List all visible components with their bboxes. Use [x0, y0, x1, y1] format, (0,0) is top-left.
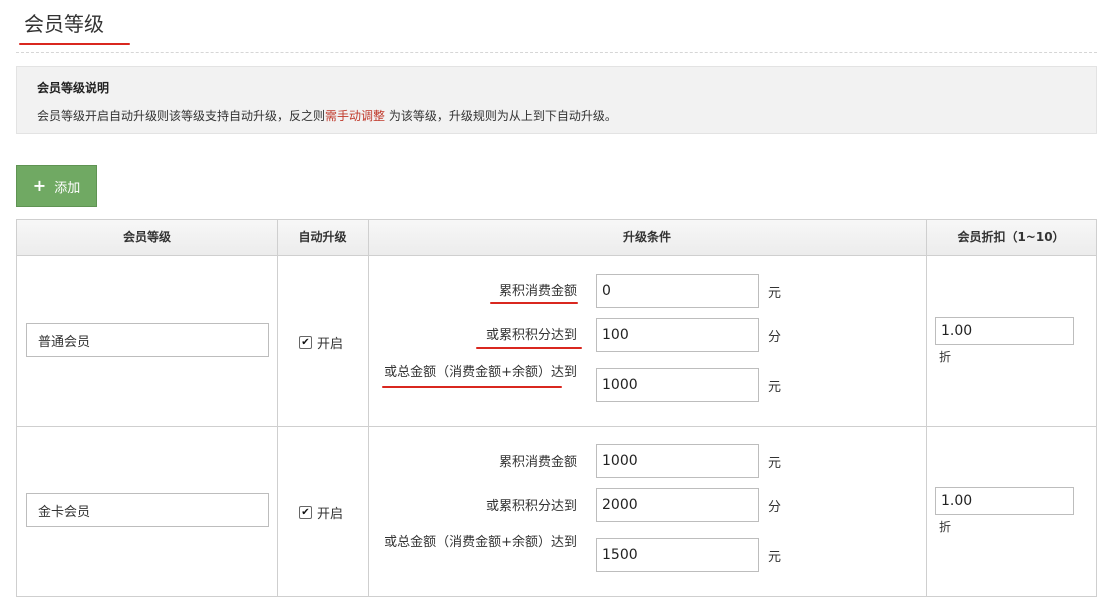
auto-upgrade-label: 开启 [317, 337, 344, 352]
condition-unit: 元 [768, 286, 782, 301]
condition-label-text: 或总金额（消费金额+余额）达到 [384, 535, 577, 550]
table-row: ✔ 开启 累积消费金额 元 或累积积分达到 分 或总金额（消费金额+余额）达到 … [17, 256, 1096, 426]
condition-label-text: 或总金额（消费金额+余额）达到 [384, 365, 577, 380]
condition-label: 或累积积分达到 [485, 328, 577, 343]
auto-upgrade-toggle[interactable]: ✔ 开启 [299, 503, 343, 522]
condition-input[interactable] [596, 488, 759, 522]
level-name-input[interactable] [26, 493, 269, 527]
level-name-input[interactable] [26, 323, 269, 357]
discount-input[interactable] [935, 317, 1074, 345]
condition-unit: 分 [768, 330, 782, 345]
condition-unit: 元 [768, 456, 782, 471]
table-header: 会员等级 自动升级 升级条件 会员折扣（1~10） [17, 220, 1096, 255]
title-underline [19, 43, 130, 45]
info-text: 会员等级开启自动升级则该等级支持自动升级，反之则需手动调整 为该等级，升级规则为… [37, 107, 617, 124]
discount-unit: 折 [939, 350, 952, 364]
condition-unit: 元 [768, 550, 782, 565]
condition-underline [382, 386, 562, 388]
condition-input[interactable] [596, 538, 759, 572]
info-title: 会员等级说明 [37, 81, 110, 95]
condition-input[interactable] [596, 368, 759, 402]
condition-input[interactable] [596, 318, 759, 352]
condition-input[interactable] [596, 274, 759, 308]
condition-input[interactable] [596, 444, 759, 478]
discount-unit: 折 [939, 520, 952, 534]
info-text-after: 为该等级，升级规则为从上到下自动升级。 [388, 109, 617, 123]
condition-label: 或总金额（消费金额+余额）达到 [377, 533, 577, 553]
add-button[interactable]: + 添加 [16, 165, 97, 207]
checkbox-checked-icon[interactable]: ✔ [299, 506, 312, 519]
info-text-before: 会员等级开启自动升级则该等级支持自动升级，反之则 [37, 109, 326, 123]
condition-label: 或累积积分达到 [485, 499, 577, 514]
condition-label: 累积消费金额 [498, 455, 577, 470]
info-text-highlight: 需手动调整 [325, 109, 386, 123]
condition-label: 累积消费金额 [498, 284, 577, 299]
condition-unit: 分 [768, 500, 782, 515]
table-row: ✔ 开启 累积消费金额 元 或累积积分达到 分 或总金额（消费金额+余额）达到 … [17, 427, 1096, 597]
checkbox-checked-icon[interactable]: ✔ [299, 336, 312, 349]
header-condition: 升级条件 [622, 230, 671, 244]
discount-input[interactable] [935, 487, 1074, 515]
info-box: 会员等级说明 会员等级开启自动升级则该等级支持自动升级，反之则需手动调整 为该等… [16, 66, 1097, 134]
auto-upgrade-label: 开启 [317, 507, 344, 522]
page-title: 会员等级 [24, 12, 104, 36]
member-level-table: 会员等级 自动升级 升级条件 会员折扣（1~10） ✔ 开启 累积消费金额 元 … [16, 219, 1097, 597]
add-button-label: 添加 [54, 180, 81, 196]
header-level: 会员等级 [122, 230, 171, 244]
title-divider [16, 52, 1097, 53]
plus-icon: + [32, 176, 47, 195]
condition-underline [476, 347, 582, 349]
auto-upgrade-toggle[interactable]: ✔ 开启 [299, 333, 343, 352]
condition-underline [490, 302, 578, 304]
header-auto: 自动升级 [298, 230, 347, 244]
condition-label: 或总金额（消费金额+余额）达到 [377, 363, 577, 383]
header-discount: 会员折扣（1~10） [957, 230, 1065, 244]
condition-unit: 元 [768, 380, 782, 395]
